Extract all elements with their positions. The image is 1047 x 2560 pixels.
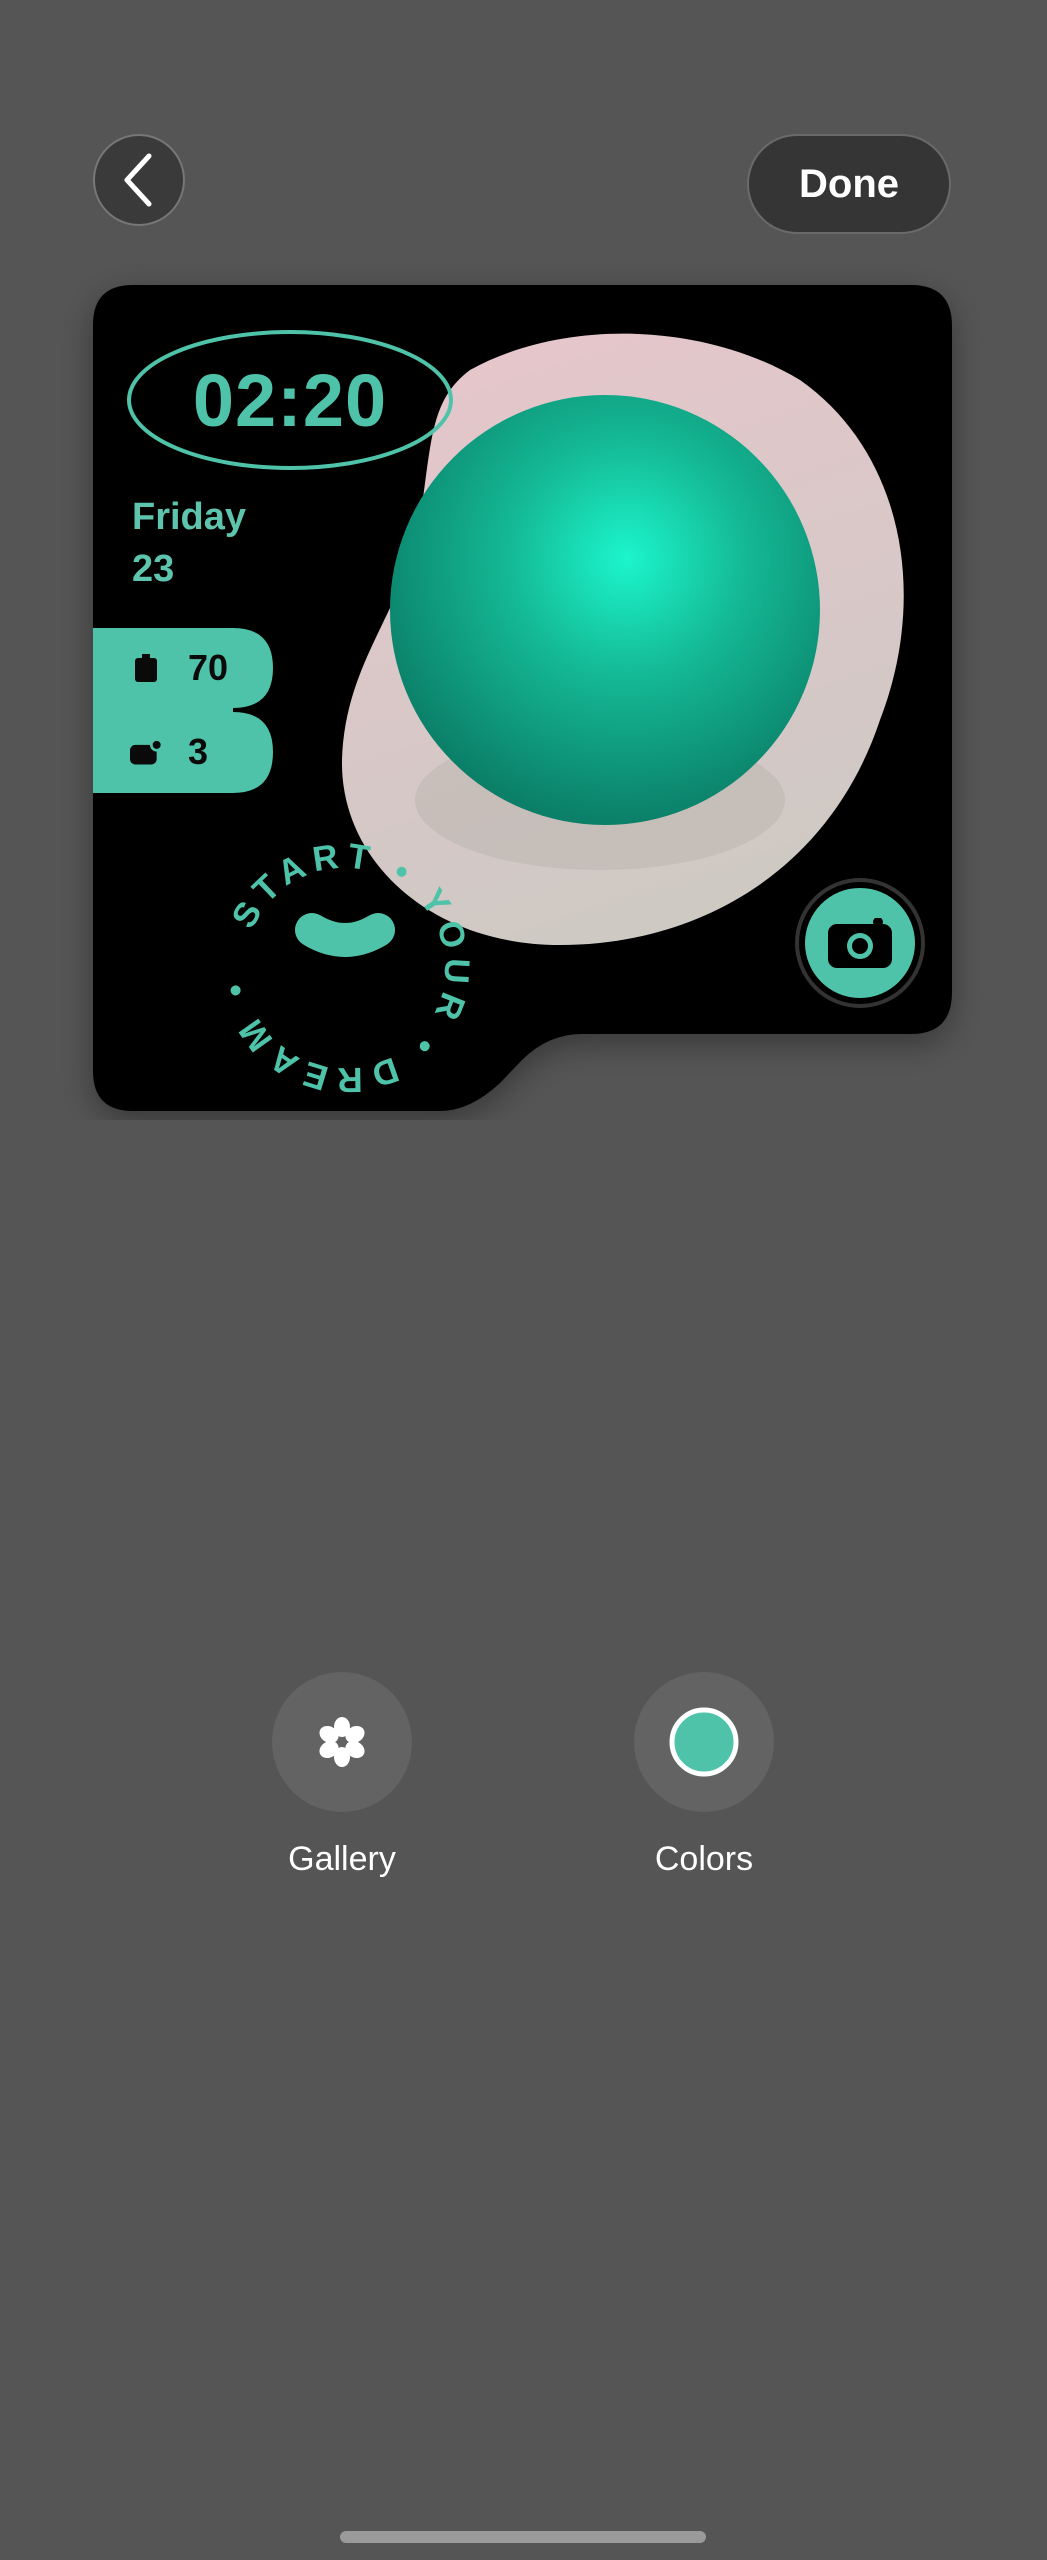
gallery-label: Gallery <box>288 1840 396 1878</box>
battery-value: 70 <box>188 647 229 688</box>
battery-stat: 70 <box>130 628 228 708</box>
flower-icon <box>319 1717 365 1767</box>
date-day: Friday <box>132 496 247 538</box>
colors-button[interactable] <box>634 1672 774 1812</box>
home-indicator[interactable] <box>340 2531 706 2543</box>
notification-stat: 3 <box>130 712 208 792</box>
colors-action[interactable]: Colors <box>584 1672 824 1879</box>
clock-time: 02:20 <box>192 358 388 442</box>
date-number: 23 <box>132 548 175 590</box>
smile-icon <box>295 913 395 957</box>
gallery-button[interactable] <box>272 1672 412 1812</box>
colors-label: Colors <box>654 1840 754 1878</box>
battery-icon <box>130 652 162 684</box>
camera-icon <box>828 918 892 968</box>
color-swatch-icon <box>669 1707 739 1777</box>
widget-preview: START • YOUR • DREAM • 02:20 Friday 23 7… <box>0 0 1047 1120</box>
camera-button[interactable] <box>795 878 925 1008</box>
sphere-artwork <box>390 395 820 825</box>
gallery-action[interactable]: Gallery <box>222 1672 462 1879</box>
notification-count: 3 <box>188 731 209 772</box>
notification-icon <box>130 736 162 768</box>
